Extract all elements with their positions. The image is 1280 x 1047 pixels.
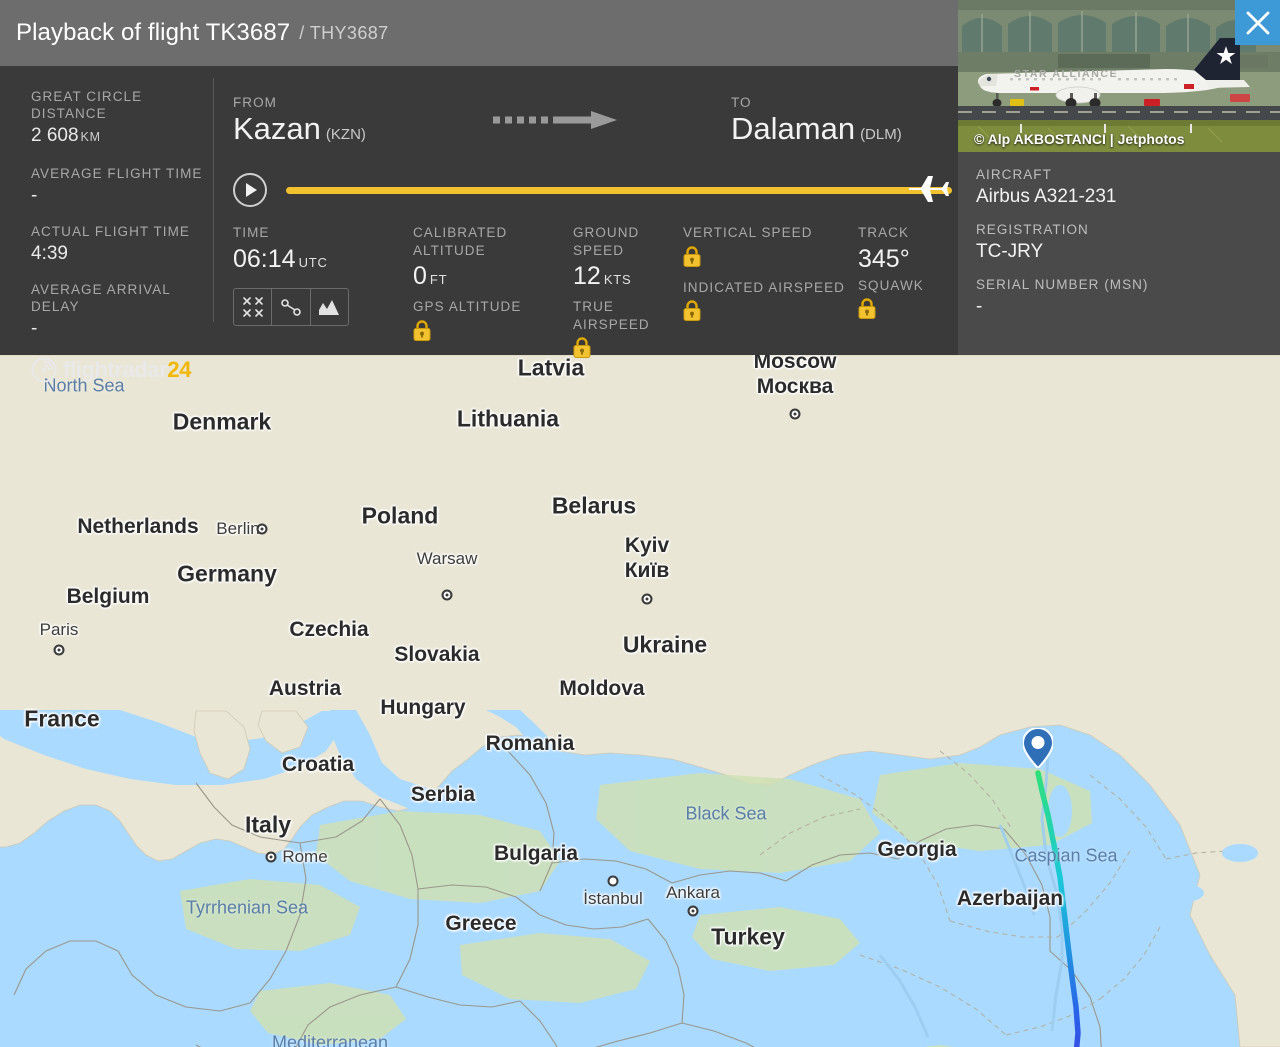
lock-icon <box>683 300 701 327</box>
progress-fill <box>286 186 952 194</box>
stat-value: 2 608 KM <box>31 125 101 146</box>
flightradar24-playback-screen: Denmark Netherlands Germany Belgium France Cz… <box>0 0 1280 1047</box>
telemetry-track: TRACK 345° SQUAWK <box>858 224 948 364</box>
callsign-subtitle: / THY3687 <box>299 22 389 43</box>
origin-city: Kazan <box>233 111 321 146</box>
altitude-chart-icon[interactable] <box>311 289 348 325</box>
route-path-icon[interactable] <box>272 288 311 325</box>
map-city-dot <box>641 593 653 605</box>
ground-speed-label: GROUND SPEED <box>573 225 640 258</box>
route-origin: FROM Kazan (KZN) <box>233 95 483 148</box>
svg-text:STAR ALLIANCE: STAR ALLIANCE <box>1014 68 1118 80</box>
panel-body: GREAT CIRCLE DISTANCE 2 608 KM AVERAGE FL… <box>0 66 958 383</box>
lock-icon <box>573 337 591 364</box>
map-geography <box>0 355 1280 1047</box>
stat-actual-flight-time: ACTUAL FLIGHT TIME 4:39 <box>31 223 207 266</box>
stat-value: 4:39 <box>31 243 68 264</box>
flight-stats-column: GREAT CIRCLE DISTANCE 2 608 KM AVERAGE FL… <box>0 66 207 383</box>
route-and-telemetry: FROM Kazan (KZN) TO Dalaman (DLM) TIME 0… <box>207 66 958 358</box>
telemetry-row: TIME 06:14 UTC CALIBRATED ALTITUDE 0 FT … <box>233 224 958 364</box>
time-value: 06:14 UTC <box>233 244 328 273</box>
destination-city: Dalaman <box>731 111 856 146</box>
telemetry-vertical-speed: VERTICAL SPEED INDICATED AIRSPEED <box>683 224 858 364</box>
map-city-dot <box>256 523 268 535</box>
close-icon <box>1246 11 1269 34</box>
time-label: TIME <box>233 225 270 240</box>
gps-altitude-label: GPS ALTITUDE <box>413 299 522 314</box>
track-label: TRACK <box>858 225 910 240</box>
dashed-arrow-icon <box>491 111 619 134</box>
indicated-airspeed-label: INDICATED AIRSPEED <box>683 279 845 295</box>
serial-number-label: SERIAL NUMBER (MSN) <box>976 277 1149 292</box>
origin-code: (KZN) <box>325 126 366 143</box>
telemetry-calibrated-altitude: CALIBRATED ALTITUDE 0 FT GPS ALTITUDE <box>413 224 573 364</box>
stat-value: - <box>31 318 38 339</box>
stat-value: - <box>31 185 38 206</box>
play-button[interactable] <box>233 173 267 207</box>
lock-icon <box>413 319 431 347</box>
play-icon <box>246 183 257 197</box>
flight-info-panel: Playback of flight TK3687 / THY3687 GREA… <box>0 0 958 383</box>
map-city-dot <box>53 644 65 656</box>
map-city-dot <box>265 851 277 863</box>
stat-average-arrival-delay: AVERAGE ARRIVAL DELAY - <box>31 281 207 341</box>
vertical-speed-label: VERTICAL SPEED <box>683 225 813 240</box>
lock-icon <box>858 298 876 325</box>
aircraft-value: Airbus A321-231 <box>976 186 1117 207</box>
aircraft-photo[interactable]: STAR ALLIANCE © Alp AKBOSTANCI | Jetphot… <box>958 0 1280 152</box>
stat-label: AVERAGE ARRIVAL DELAY <box>31 282 171 314</box>
true-airspeed-label: TRUE AIRSPEED <box>573 299 650 332</box>
aircraft-label: AIRCRAFT <box>976 167 1052 182</box>
map-canvas[interactable]: Denmark Netherlands Germany Belgium France Cz… <box>0 355 1280 1047</box>
telemetry-time: TIME 06:14 UTC <box>233 224 413 364</box>
detail-serial-number: SERIAL NUMBER (MSN) - <box>976 276 1280 319</box>
destination-code: (DLM) <box>860 126 902 143</box>
stat-label: ACTUAL FLIGHT TIME <box>31 224 190 239</box>
photo-credit: © Alp AKBOSTANCI | Jetphotos <box>974 131 1185 147</box>
to-label: TO <box>731 95 752 110</box>
flightradar24-logo[interactable]: flightradar24 <box>31 357 207 383</box>
aircraft-info-panel: STAR ALLIANCE © Alp AKBOSTANCI | Jetphot… <box>958 0 1280 355</box>
track-value: 345° <box>858 244 910 273</box>
stat-average-flight-time: AVERAGE FLIGHT TIME - <box>31 165 207 208</box>
map-city-dot <box>607 875 619 887</box>
map-city-dot <box>789 408 801 420</box>
panel-header: Playback of flight TK3687 / THY3687 <box>0 0 958 66</box>
detail-registration: REGISTRATION TC-JRY <box>976 221 1280 264</box>
stat-great-circle-distance: GREAT CIRCLE DISTANCE 2 608 KM <box>31 88 207 150</box>
registration-value: TC-JRY <box>976 241 1044 262</box>
lock-icon <box>683 245 701 273</box>
origin-marker[interactable] <box>1021 726 1055 773</box>
radar-icon <box>31 357 57 383</box>
calibrated-altitude-label: CALIBRATED ALTITUDE <box>413 225 508 258</box>
close-button[interactable] <box>1235 0 1280 45</box>
squawk-label: SQUAWK <box>858 277 924 293</box>
stat-label: GREAT CIRCLE DISTANCE <box>31 89 143 121</box>
registration-label: REGISTRATION <box>976 222 1089 237</box>
calibrated-altitude-value: 0 FT <box>413 262 448 290</box>
ground-speed-value: 12 KTS <box>573 262 632 290</box>
route-row: FROM Kazan (KZN) TO Dalaman (DLM) <box>233 88 958 148</box>
serial-number-value: - <box>976 296 983 317</box>
progress-airplane-icon <box>906 171 952 209</box>
map-tool-buttons <box>233 287 349 326</box>
logo-text: flightradar24 <box>63 357 192 382</box>
map-city-dot <box>687 905 699 917</box>
from-label: FROM <box>233 95 277 110</box>
page-title: Playback of flight TK3687 <box>16 19 291 46</box>
fit-to-screen-icon[interactable] <box>234 288 273 325</box>
telemetry-ground-speed: GROUND SPEED 12 KTS TRUE AIRSPEED <box>573 224 683 364</box>
map-city-dot <box>441 589 453 601</box>
detail-aircraft: AIRCRAFT Airbus A321-231 <box>976 166 1280 209</box>
stat-label: AVERAGE FLIGHT TIME <box>31 166 203 181</box>
aircraft-details: AIRCRAFT Airbus A321-231 REGISTRATION TC… <box>958 152 1280 319</box>
playback-controls <box>233 168 958 212</box>
route-destination: TO Dalaman (DLM) <box>731 95 902 148</box>
playback-progress-slider[interactable] <box>286 171 952 209</box>
